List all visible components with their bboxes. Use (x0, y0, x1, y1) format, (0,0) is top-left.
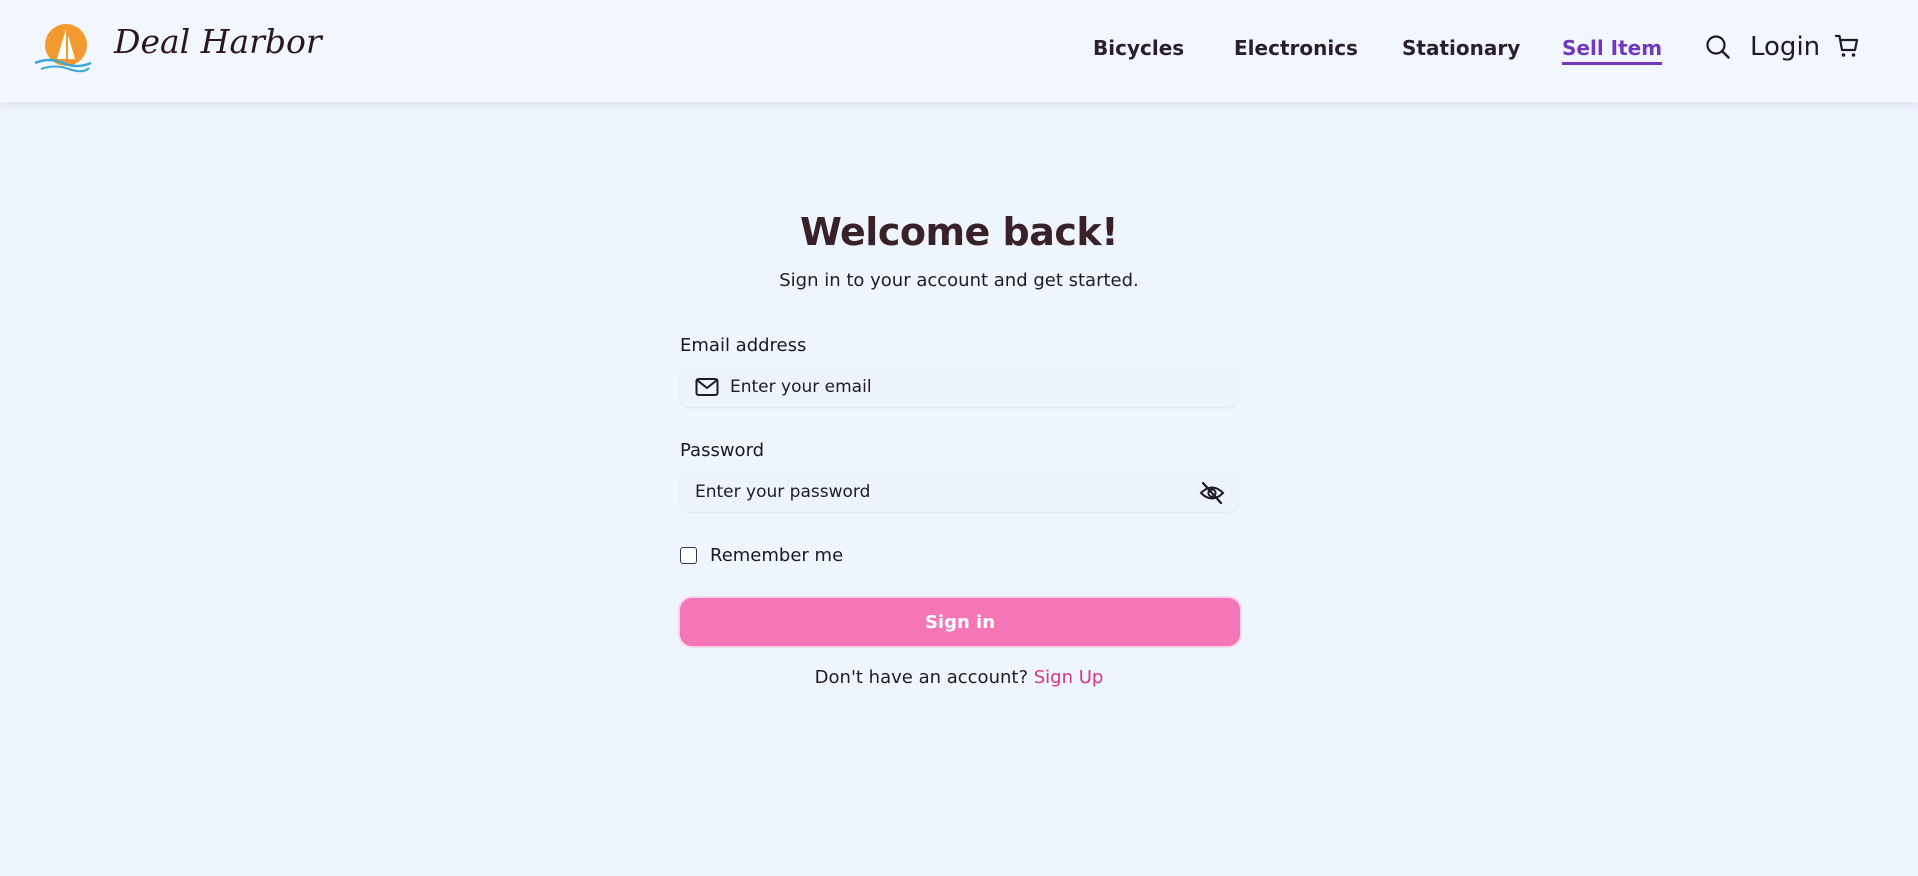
remember-me-label[interactable]: Remember me (710, 545, 843, 566)
page-title: Welcome back! (799, 210, 1119, 254)
sailboat-sun-logo-icon[interactable] (33, 23, 93, 73)
search-icon[interactable] (1705, 34, 1731, 60)
email-field-wrapper[interactable] (680, 367, 1238, 407)
nav-item-stationary[interactable]: Stationary (1402, 36, 1520, 64)
page-subtitle: Sign in to your account and get started. (779, 270, 1139, 291)
email-input[interactable] (730, 367, 1220, 407)
login-link[interactable]: Login (1750, 32, 1820, 62)
sign-up-link[interactable]: Sign Up (1034, 667, 1104, 688)
site-header: Deal Harbor Bicycles Electronics Station… (0, 0, 1918, 102)
remember-me-checkbox[interactable] (680, 547, 697, 564)
cart-icon[interactable] (1834, 33, 1860, 59)
signup-prompt-line: Don't have an account? Sign Up (0, 667, 1918, 688)
nav-item-bicycles[interactable]: Bicycles (1093, 36, 1184, 64)
nav-item-sell-item[interactable]: Sell Item (1562, 36, 1663, 65)
nav-item-electronics[interactable]: Electronics (1234, 36, 1358, 64)
password-input[interactable] (695, 472, 1185, 512)
signup-prompt-text: Don't have an account? (814, 667, 1028, 688)
email-label: Email address (680, 335, 807, 356)
eye-off-icon[interactable] (1199, 481, 1225, 505)
password-field-wrapper[interactable] (680, 472, 1238, 512)
brand-name[interactable]: Deal Harbor (114, 22, 322, 61)
sign-in-button[interactable]: Sign in (680, 598, 1240, 646)
password-label: Password (680, 440, 765, 461)
mail-icon (695, 378, 719, 396)
